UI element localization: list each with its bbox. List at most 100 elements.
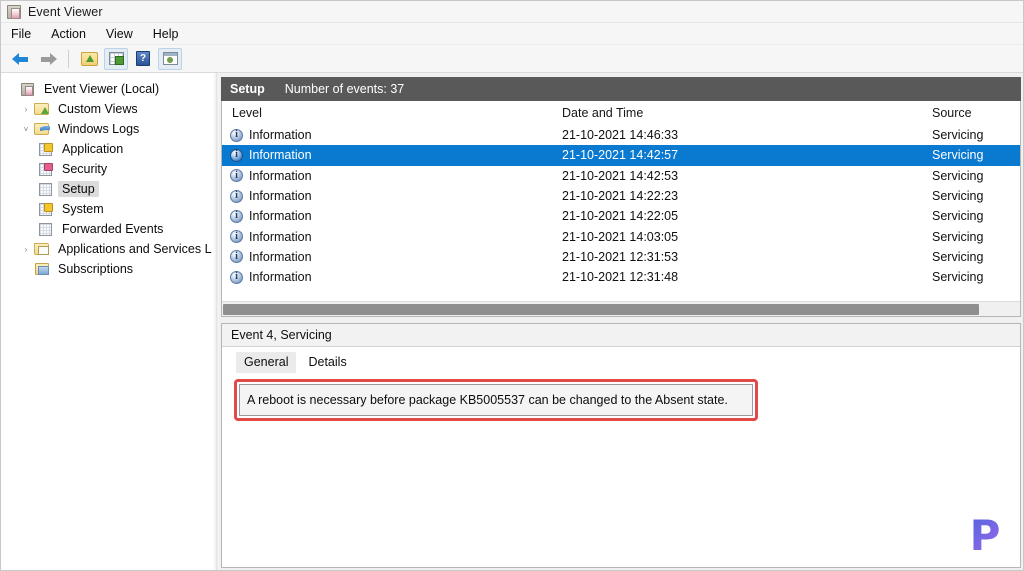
- menu-item-file[interactable]: File: [11, 25, 42, 43]
- event-list-rows: Information 21-10-2021 14:46:33 Servicin…: [222, 125, 1020, 301]
- watermark-logo: P: [958, 511, 1012, 561]
- tree-item-forwarded-events[interactable]: Forwarded Events: [1, 219, 212, 239]
- cell-source: Servicing: [932, 270, 984, 285]
- cell-date-time: 21-10-2021 14:22:23: [562, 189, 679, 204]
- console-tree: Event Viewer (Local) › Custom Views ˅ Wi…: [1, 73, 213, 570]
- scrollbar-thumb[interactable]: [223, 303, 980, 315]
- cell-source: Servicing: [932, 128, 984, 143]
- forward-arrow-icon: [39, 52, 57, 66]
- tree-item-applications-and-services-logs[interactable]: › Applications and Services Log: [1, 239, 212, 259]
- application-log-icon: [37, 142, 54, 156]
- tree-item-label: Application: [62, 142, 124, 156]
- cell-date-time: 21-10-2021 14:46:33: [562, 128, 679, 143]
- tree-item-label: System: [62, 202, 104, 216]
- app-services-logs-folder-icon: [33, 243, 50, 255]
- cell-level: Information: [249, 249, 312, 264]
- tree-item-application[interactable]: Application: [1, 139, 212, 159]
- tree-item-label: Custom Views: [58, 102, 138, 116]
- table-row[interactable]: Information 21-10-2021 12:31:53 Servicin…: [222, 247, 1020, 267]
- back-button[interactable]: [9, 48, 33, 70]
- tree-item-windows-logs[interactable]: ˅ Windows Logs: [1, 119, 212, 139]
- cell-date-time: 21-10-2021 14:22:05: [562, 209, 679, 224]
- column-header-source[interactable]: Source: [922, 106, 1020, 120]
- cell-date-time: 21-10-2021 14:42:57: [562, 148, 679, 163]
- window-title: Event Viewer: [28, 4, 103, 19]
- tree-item-label: Subscriptions: [58, 262, 134, 276]
- tree-item-custom-views[interactable]: › Custom Views: [1, 99, 212, 119]
- event-detail-tabs: General Details: [222, 347, 1020, 373]
- title-bar: Event Viewer: [1, 1, 1023, 23]
- tab-details[interactable]: Details: [300, 352, 354, 373]
- toolbar: ?: [1, 45, 1023, 73]
- chevron-down-icon[interactable]: ˅: [19, 125, 33, 134]
- help-icon: ?: [136, 51, 150, 66]
- log-name-label: Setup: [230, 82, 265, 96]
- cell-level: Information: [249, 189, 312, 204]
- cell-source: Servicing: [932, 249, 984, 264]
- menu-bar: File Action View Help: [1, 23, 1023, 45]
- information-icon: [230, 189, 243, 203]
- tree-item-label: Forwarded Events: [62, 222, 164, 236]
- cell-source: Servicing: [932, 168, 984, 183]
- cell-level: Information: [249, 128, 312, 143]
- column-header-level[interactable]: Level: [222, 106, 552, 120]
- cell-source: Servicing: [932, 189, 984, 204]
- tree-item-label: Security: [62, 162, 108, 176]
- help-button[interactable]: ?: [131, 48, 155, 70]
- tree-item-system[interactable]: System: [1, 199, 212, 219]
- toolbar-separator: [68, 49, 69, 68]
- table-row[interactable]: Information 21-10-2021 14:03:05 Servicin…: [222, 226, 1020, 246]
- table-row[interactable]: Information 21-10-2021 12:31:48 Servicin…: [222, 267, 1020, 287]
- event-message-text: A reboot is necessary before package KB5…: [239, 384, 753, 416]
- tree-item-event-viewer-local[interactable]: Event Viewer (Local): [1, 79, 212, 99]
- tree-item-setup[interactable]: Setup: [1, 179, 212, 199]
- event-detail-body: A reboot is necessary before package KB5…: [222, 373, 1020, 567]
- menu-item-action[interactable]: Action: [51, 25, 97, 43]
- menu-item-view[interactable]: View: [106, 25, 144, 43]
- chevron-right-icon[interactable]: ›: [19, 105, 33, 114]
- column-header-date-time[interactable]: Date and Time: [552, 106, 922, 120]
- cell-level: Information: [249, 148, 312, 163]
- up-one-level-button[interactable]: [77, 48, 101, 70]
- cell-source: Servicing: [932, 209, 984, 224]
- information-icon: [230, 169, 243, 183]
- properties-button[interactable]: [158, 47, 182, 70]
- cell-date-time: 21-10-2021 14:42:53: [562, 168, 679, 183]
- results-pane: Setup Number of events: 37 Level Date an…: [219, 73, 1023, 570]
- tree-item-label: Event Viewer (Local): [44, 82, 160, 96]
- table-row[interactable]: Information 21-10-2021 14:22:05 Servicin…: [222, 206, 1020, 226]
- table-row[interactable]: Information 21-10-2021 14:42:57 Servicin…: [222, 145, 1020, 166]
- windows-logs-folder-icon: [33, 123, 50, 135]
- information-icon: [230, 250, 243, 264]
- table-row[interactable]: Information 21-10-2021 14:46:33 Servicin…: [222, 125, 1020, 145]
- cell-source: Servicing: [932, 148, 984, 163]
- cell-date-time: 21-10-2021 12:31:48: [562, 270, 679, 285]
- tree-item-subscriptions[interactable]: Subscriptions: [1, 259, 212, 279]
- custom-views-folder-icon: [33, 103, 50, 115]
- table-row[interactable]: Information 21-10-2021 14:22:23 Servicin…: [222, 186, 1020, 206]
- event-viewer-icon: [7, 4, 21, 19]
- event-list-horizontal-scrollbar[interactable]: [222, 301, 1020, 316]
- event-viewer-icon: [19, 82, 36, 96]
- tab-general[interactable]: General: [236, 352, 297, 373]
- menu-item-help[interactable]: Help: [153, 25, 190, 43]
- cell-level: Information: [249, 270, 312, 285]
- tree-item-security[interactable]: Security: [1, 159, 212, 179]
- folder-up-icon: [80, 51, 98, 66]
- security-log-icon: [37, 162, 54, 176]
- cell-source: Servicing: [932, 229, 984, 244]
- cell-date-time: 21-10-2021 12:31:53: [562, 249, 679, 264]
- cell-level: Information: [249, 168, 312, 183]
- event-detail-title: Event 4, Servicing: [222, 324, 1020, 347]
- cell-level: Information: [249, 209, 312, 224]
- cell-level: Information: [249, 229, 312, 244]
- information-icon: [230, 128, 243, 142]
- show-hide-console-tree-button[interactable]: [104, 47, 128, 70]
- information-icon: [230, 270, 243, 284]
- back-arrow-icon: [12, 52, 30, 66]
- tree-item-label: Setup: [58, 181, 99, 197]
- chevron-right-icon[interactable]: ›: [19, 245, 33, 254]
- table-row[interactable]: Information 21-10-2021 14:42:53 Servicin…: [222, 166, 1020, 186]
- forward-button[interactable]: [36, 48, 60, 70]
- event-detail-pane: Event 4, Servicing General Details A reb…: [221, 323, 1021, 568]
